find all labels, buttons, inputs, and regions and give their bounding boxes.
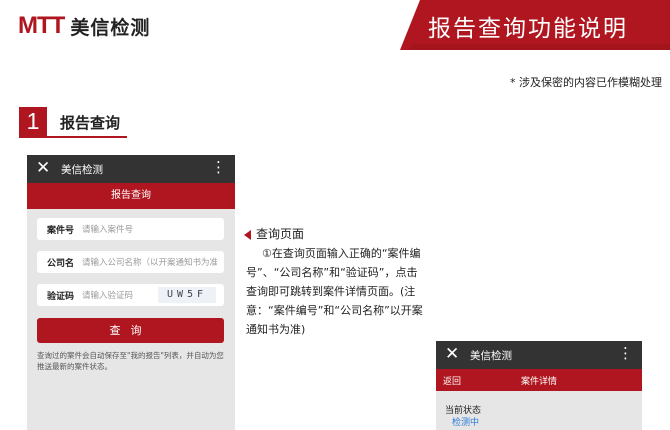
more-vertical-icon[interactable]: ⋮ (211, 160, 226, 175)
company-name-label: 公司名 (47, 259, 75, 269)
description-text: ①在查询页面输入正确的“案件编号”、“公司名称”和“验证码”，点击查询即可跳转到… (246, 247, 423, 336)
more-vertical-icon[interactable]: ⋮ (618, 346, 633, 361)
description-title: 查询页面 (256, 227, 305, 241)
header-title-banner: 报告查询功能说明 (400, 0, 670, 50)
section-title: 报告查询 (60, 114, 121, 132)
captcha-field[interactable]: 验证码 请输入验证码 UW5F (37, 284, 224, 306)
page-title: 报告查询功能说明 (428, 16, 628, 42)
query-page-screenshot: ✕ 美信检测 ⋮ 报告查询 案件号 请输入案件号 公司名 请输入公司名称（以开案… (27, 155, 235, 430)
close-icon[interactable]: ✕ (445, 344, 459, 364)
app-top-bar: ✕ 美信检测 ⋮ (27, 155, 235, 183)
captcha-label: 验证码 (47, 292, 75, 302)
case-number-field[interactable]: 案件号 请输入案件号 (37, 218, 224, 240)
pointer-arrow-icon (244, 230, 251, 240)
page-header-bar: 报告查询 (27, 183, 235, 209)
app-title: 美信检测 (61, 164, 103, 176)
query-button[interactable]: 查询 (37, 318, 224, 343)
app-title: 美信检测 (470, 350, 512, 362)
captcha-image[interactable]: UW5F (158, 287, 216, 303)
query-tip: 查询过的案件会自动保存至"我的报告"列表，并自动为您推送最新的案件状态。 (37, 351, 224, 371)
company-name-input[interactable]: 请输入公司名称（以开案通知书为准） (82, 256, 217, 268)
captcha-input[interactable]: 请输入验证码 (82, 289, 152, 301)
page-header-bar: 案件详情 返回 (436, 369, 642, 391)
case-detail-screenshot: ✕ 美信检测 ⋮ 案件详情 返回 当前状态 检测中 (436, 341, 642, 430)
case-detail-title: 案件详情 (520, 377, 557, 387)
close-icon[interactable]: ✕ (36, 158, 50, 178)
brand-name: 美信检测 (70, 16, 151, 39)
case-number-label: 案件号 (47, 226, 75, 236)
confidential-note: * 涉及保密的内容已作模糊处理 (510, 76, 662, 89)
section-number: 1 (19, 107, 47, 136)
brand-logo: MTT 美信检测 (18, 12, 150, 40)
back-button[interactable]: 返回 (443, 374, 461, 387)
section-underline (19, 136, 127, 138)
case-number-input[interactable]: 请输入案件号 (82, 223, 217, 235)
company-name-field[interactable]: 公司名 请输入公司名称（以开案通知书为准） (37, 251, 224, 273)
status-value: 检测中 (452, 418, 480, 428)
app-top-bar: ✕ 美信检测 ⋮ (436, 341, 642, 369)
logo-mark: MTT (18, 12, 65, 39)
description-body: ①在查询页面输入正确的“案件编号”、“公司名称”和“验证码”，点击查询即可跳转到… (246, 244, 424, 339)
